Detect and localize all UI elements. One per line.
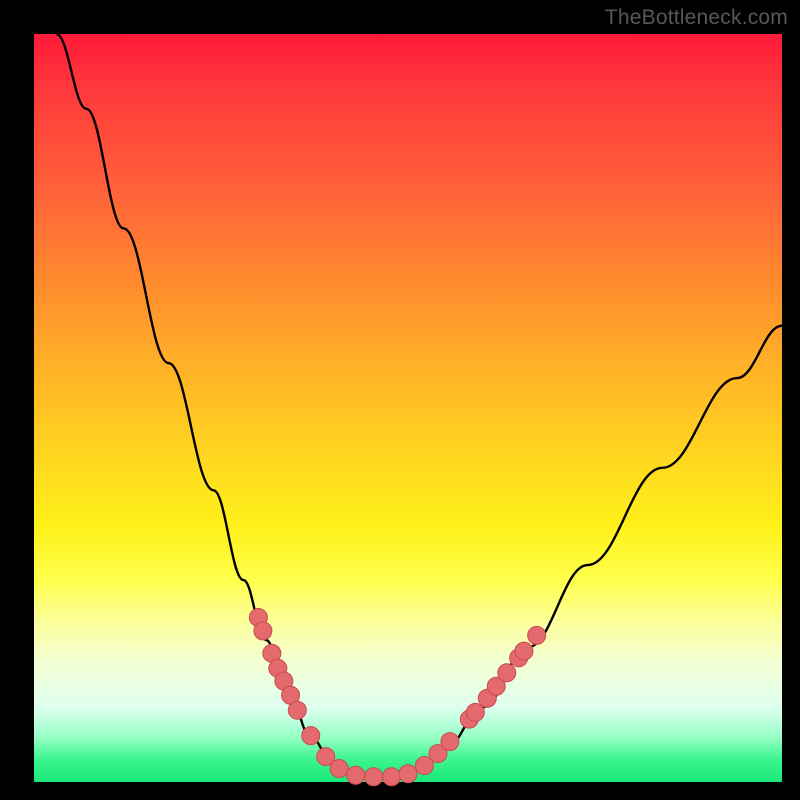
data-dot — [528, 626, 546, 644]
watermark-text: TheBottleneck.com — [605, 6, 788, 30]
data-dot — [399, 765, 417, 783]
chart-svg — [0, 0, 800, 800]
data-dot — [254, 622, 272, 640]
data-dot — [515, 642, 533, 660]
data-dot — [288, 701, 306, 719]
data-dot — [441, 733, 459, 751]
bottleneck-curve — [56, 34, 782, 778]
data-dot — [498, 664, 516, 682]
data-dot — [347, 766, 365, 784]
data-dots — [249, 608, 545, 785]
data-dot — [302, 727, 320, 745]
data-dot — [466, 703, 484, 721]
data-dot — [365, 768, 383, 786]
data-dot — [330, 760, 348, 778]
data-dot — [383, 768, 401, 786]
chart-frame: TheBottleneck.com — [0, 0, 800, 800]
